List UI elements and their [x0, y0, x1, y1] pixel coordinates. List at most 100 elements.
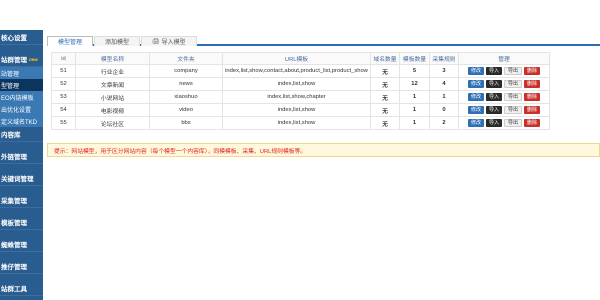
table-row: 55 论坛社区 bbs index,list,show 无 1 2 修改 导入 …: [51, 116, 550, 130]
sidebar-item-label: 核心设置: [1, 35, 27, 42]
header-domain-count: 域名数量: [370, 52, 400, 65]
cell-url: index,list,show: [222, 103, 371, 117]
new-badge: new: [29, 56, 38, 62]
printer-icon: 🖨: [152, 39, 160, 45]
sidebar-item-label: 站群工具: [1, 286, 27, 293]
sidebar-item-content-library[interactable]: 内容库: [0, 127, 43, 142]
tab-add-model[interactable]: 添加模型: [94, 36, 141, 46]
cell-id: 54: [51, 103, 76, 117]
cell-id: 52: [51, 77, 76, 91]
export-button[interactable]: 导出: [504, 93, 523, 101]
cell-actions: 修改 导入 导出 删除: [458, 116, 550, 130]
cell-actions: 修改 导入 导出 删除: [458, 90, 550, 104]
cell-folder: news: [149, 77, 223, 91]
import-button[interactable]: 导入: [485, 93, 502, 101]
cell-url: index,list,show: [222, 77, 371, 91]
sidebar-item-label: 蜘蛛管理: [1, 242, 27, 249]
cell-folder: xiaoshuo: [149, 90, 223, 104]
cell-templates[interactable]: 1: [399, 103, 430, 117]
delete-button[interactable]: 删除: [524, 67, 541, 75]
sidebar-item-spiders[interactable]: 蜘蛛管理: [0, 237, 43, 252]
import-button[interactable]: 导入: [485, 106, 502, 114]
cell-templates[interactable]: 1: [399, 116, 430, 130]
edit-button[interactable]: 修改: [467, 80, 484, 88]
sidebar-item-label: 定义域名TKD: [1, 119, 38, 126]
header-model-name: 模型名称: [75, 52, 150, 65]
cell-id: 53: [51, 90, 76, 104]
cell-rules[interactable]: 3: [429, 64, 459, 78]
sidebar-item-site-group[interactable]: 站群管理 new: [0, 52, 43, 67]
cell-templates[interactable]: 1: [399, 90, 430, 104]
cell-templates[interactable]: 12: [399, 77, 430, 91]
cell-domains: 无: [370, 64, 400, 78]
table-row: 51 行业企业 company index,list,show,contact,…: [51, 64, 550, 78]
import-button[interactable]: 导入: [485, 80, 502, 88]
sidebar-item-external-links[interactable]: 外链管理: [0, 149, 43, 164]
export-button[interactable]: 导出: [504, 67, 523, 75]
sidebar-item-label: 采集管理: [1, 198, 27, 205]
cell-actions: 修改 导入 导出 删除: [458, 103, 550, 117]
cell-folder: video: [149, 103, 223, 117]
cell-name: 文章新闻: [75, 77, 150, 91]
table-row: 53 小说网站 xiaoshuo index,list,show,chapter…: [51, 90, 550, 104]
sidebar-item-tools[interactable]: 站群工具: [0, 281, 43, 296]
delete-button[interactable]: 删除: [524, 93, 541, 101]
tab-model-manage[interactable]: 模型管理: [47, 36, 94, 46]
cell-folder: company: [149, 64, 223, 78]
sidebar-item-label: 内容库: [1, 132, 21, 139]
edit-button[interactable]: 修改: [467, 119, 484, 127]
sidebar-item-core-settings[interactable]: 核心设置: [0, 30, 43, 45]
sidebar-item-label: 外链管理: [1, 154, 27, 161]
cell-id: 55: [51, 116, 76, 130]
cell-name: 小说网站: [75, 90, 150, 104]
cell-name: 电影视频: [75, 103, 150, 117]
cell-domains: 无: [370, 90, 400, 104]
cell-templates[interactable]: 5: [399, 64, 430, 78]
header-manage: 管理: [458, 52, 550, 65]
header-url-template: URL模板: [222, 52, 371, 65]
sidebar-item-keywords[interactable]: 关键词管理: [0, 171, 43, 186]
cell-name: 行业企业: [75, 64, 150, 78]
export-button[interactable]: 导出: [504, 80, 523, 88]
cell-url: index,list,show,contact,about,product_li…: [222, 64, 371, 78]
cell-rules[interactable]: 2: [429, 116, 459, 130]
delete-button[interactable]: 删除: [524, 106, 541, 114]
tab-import-model[interactable]: 🖨 导入模型: [141, 36, 197, 46]
sidebar-item-output-optimize[interactable]: 出优化设置: [0, 103, 43, 115]
edit-button[interactable]: 修改: [467, 67, 484, 75]
tab-bar: 模型管理 添加模型 🖨 导入模型: [47, 36, 600, 46]
cell-actions: 修改 导入 导出 删除: [458, 77, 550, 91]
sidebar-item-label: 站群管理: [1, 57, 27, 64]
delete-button[interactable]: 删除: [524, 119, 541, 127]
sidebar-item-label: EO内链模板: [1, 95, 34, 102]
cell-actions: 修改 导入 导出 删除: [458, 64, 550, 78]
sidebar-item-seo-link-template[interactable]: EO内链模板: [0, 91, 43, 103]
tab-label: 模型管理: [58, 40, 83, 46]
sidebar-item-label: 出优化设置: [1, 107, 32, 114]
sidebar-item-label: 关键词管理: [1, 176, 34, 183]
delete-button[interactable]: 删除: [524, 80, 541, 88]
cell-rules[interactable]: 1: [429, 90, 459, 104]
edit-button[interactable]: 修改: [467, 106, 484, 114]
cell-rules[interactable]: 0: [429, 103, 459, 117]
import-button[interactable]: 导入: [485, 119, 502, 127]
sidebar-item-model-manage[interactable]: 型管理: [0, 79, 43, 91]
cell-folder: bbs: [149, 116, 223, 130]
sidebar-item-label: 型管理: [1, 83, 20, 90]
sidebar-item-custom-domain-tkd[interactable]: 定义域名TKD: [0, 115, 43, 127]
sidebar-item-templates[interactable]: 模板管理: [0, 215, 43, 230]
sidebar-item-collection[interactable]: 采集管理: [0, 193, 43, 208]
header-template-count: 模板数量: [399, 52, 430, 65]
cell-rules[interactable]: 4: [429, 77, 459, 91]
export-button[interactable]: 导出: [504, 106, 523, 114]
sidebar-item-site-manage[interactable]: 站管理: [0, 67, 43, 79]
cell-url: index,list,show: [222, 116, 371, 130]
header-id: id: [51, 52, 76, 65]
sidebar-item-push[interactable]: 推仔管理: [0, 259, 43, 274]
cell-domains: 无: [370, 77, 400, 91]
edit-button[interactable]: 修改: [467, 93, 484, 101]
sidebar-item-label: 模板管理: [1, 220, 27, 227]
tab-label: 添加模型: [105, 40, 130, 46]
export-button[interactable]: 导出: [504, 119, 523, 127]
import-button[interactable]: 导入: [485, 67, 502, 75]
